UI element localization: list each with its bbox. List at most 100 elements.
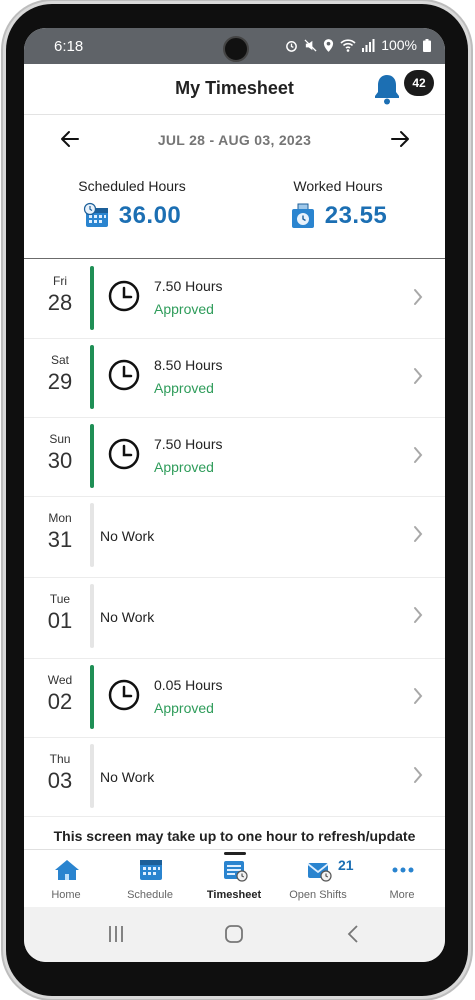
day-date: 02 — [47, 689, 73, 714]
battery-percent: 100% — [381, 37, 417, 53]
no-work-text: No Work — [100, 528, 155, 544]
signal-icon — [362, 38, 375, 52]
tab-more[interactable]: More — [360, 850, 444, 908]
back-nav-icon[interactable] — [344, 924, 364, 944]
tab-label: Timesheet — [206, 889, 262, 901]
battery-icon — [423, 38, 431, 52]
home-icon — [55, 860, 79, 880]
system-nav-bar — [24, 907, 445, 962]
day-list: Fri 28 7.50 Hours Approved Sat 29 8.50 Hou… — [24, 260, 445, 817]
chevron-right-icon — [414, 607, 423, 623]
clock-icon — [108, 438, 140, 470]
scheduled-hours-label: Scheduled Hours — [78, 178, 186, 194]
day-date: 03 — [47, 768, 73, 793]
tab-label: More — [389, 889, 415, 901]
day-row[interactable]: Sat 29 8.50 Hours Approved — [24, 339, 445, 418]
status-icons: 100% — [285, 37, 431, 53]
worked-hours-label: Worked Hours — [293, 178, 383, 194]
day-hours: 8.50 Hours — [154, 357, 223, 373]
more-icon — [392, 867, 414, 873]
clock-icon — [108, 359, 140, 391]
day-status: Approved — [154, 380, 214, 396]
day-status: Approved — [154, 301, 214, 317]
chevron-right-icon — [414, 526, 423, 542]
day-status: Approved — [154, 700, 214, 716]
clock-icon — [108, 679, 140, 711]
tab-home[interactable]: Home — [24, 850, 108, 908]
camera-cutout — [223, 36, 249, 62]
hours-summary: Scheduled Hours 36.00 Worked Hours 23.55 — [24, 178, 445, 258]
bell-icon[interactable] — [370, 72, 404, 106]
open-shifts-count: 21 — [338, 857, 354, 873]
no-work-text: No Work — [100, 769, 155, 785]
scheduled-hours-value: 36.00 — [118, 202, 182, 229]
day-date: 28 — [47, 290, 73, 315]
worked-hours-value: 23.55 — [324, 202, 388, 229]
chevron-right-icon — [414, 767, 423, 783]
status-bar: 6:18 100% — [24, 28, 445, 64]
day-hours: 7.50 Hours — [154, 436, 223, 452]
day-row[interactable]: Mon 31 No Work — [24, 497, 445, 578]
scheduled-hours-summary: Scheduled Hours 36.00 — [32, 178, 232, 230]
chevron-right-icon — [414, 447, 423, 463]
day-date: 01 — [47, 608, 73, 633]
day-name: Tue — [49, 592, 71, 606]
home-nav-icon[interactable] — [224, 924, 244, 944]
notification-badge: 42 — [404, 70, 434, 96]
day-name: Fri — [53, 274, 67, 288]
recent-apps-icon[interactable] — [106, 924, 126, 944]
chevron-right-icon — [414, 688, 423, 704]
alarm-icon — [286, 40, 298, 52]
tab-label: Open Shifts — [289, 889, 347, 901]
day-row[interactable]: Tue 01 No Work — [24, 578, 445, 659]
wifi-icon — [340, 38, 356, 52]
envelope-icon — [307, 863, 332, 882]
day-date: 29 — [47, 369, 73, 394]
status-bar-empty — [90, 744, 94, 808]
status-time: 6:18 — [54, 38, 84, 55]
day-name: Sun — [49, 432, 71, 446]
status-bar-approved — [90, 424, 94, 488]
day-hours: 0.05 Hours — [154, 677, 223, 693]
day-row[interactable]: Fri 28 7.50 Hours Approved — [24, 260, 445, 339]
no-work-text: No Work — [100, 609, 155, 625]
tab-schedule[interactable]: Schedule — [108, 850, 192, 908]
time-clock-icon — [291, 203, 314, 228]
day-row[interactable]: Wed 02 0.05 Hours Approved — [24, 659, 445, 738]
day-status: Approved — [154, 459, 214, 475]
tab-timesheet[interactable]: Timesheet — [192, 850, 276, 908]
mute-icon — [304, 38, 317, 52]
app-screen: 6:18 100% My Timesheet 42 JUL 28 - AUG 0… — [24, 28, 445, 962]
day-row[interactable]: Sun 30 7.50 Hours Approved — [24, 418, 445, 497]
chevron-right-icon — [414, 368, 423, 384]
calendar-icon — [140, 860, 162, 880]
status-bar-empty — [90, 503, 94, 567]
day-hours: 7.50 Hours — [154, 278, 223, 294]
day-date: 30 — [47, 448, 73, 473]
day-date: 31 — [47, 527, 73, 552]
location-icon — [324, 38, 334, 52]
app-header: My Timesheet 42 — [24, 64, 445, 115]
bottom-tab-bar: Home Schedule Timesheet Open Shifts 21 M… — [24, 849, 445, 908]
status-bar-approved — [90, 345, 94, 409]
tab-label: Schedule — [127, 889, 173, 901]
timesheet-icon — [224, 861, 248, 882]
date-range-label: JUL 28 - AUG 03, 2023 — [157, 132, 312, 148]
day-name: Thu — [49, 752, 71, 766]
refresh-notice: This screen may take up to one hour to r… — [53, 828, 416, 844]
date-range-selector: JUL 28 - AUG 03, 2023 — [24, 124, 445, 160]
day-row[interactable]: Thu 03 No Work — [24, 738, 445, 817]
tab-label: Home — [51, 889, 81, 901]
day-name: Sat — [50, 353, 69, 367]
status-bar-empty — [90, 584, 94, 648]
day-name: Wed — [47, 673, 73, 687]
summary-divider — [24, 258, 445, 259]
day-name: Mon — [48, 511, 72, 525]
status-bar-approved — [90, 266, 94, 330]
clock-icon — [108, 280, 140, 312]
scheduled-calendar-icon — [83, 202, 108, 227]
arrow-right-icon[interactable] — [390, 128, 410, 150]
chevron-right-icon — [414, 289, 423, 305]
status-bar-approved — [90, 665, 94, 729]
worked-hours-summary: Worked Hours 23.55 — [238, 178, 438, 230]
